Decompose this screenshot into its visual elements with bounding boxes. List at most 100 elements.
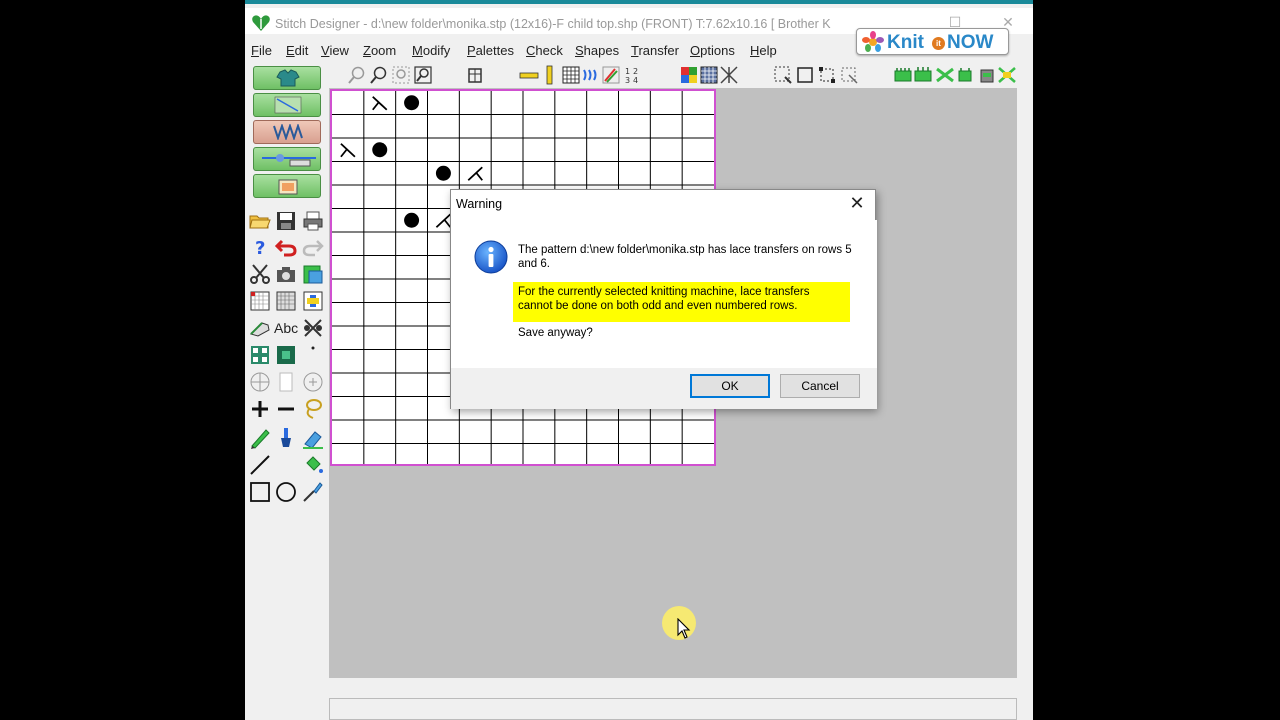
menu-zoom[interactable]: Zoom <box>363 43 396 58</box>
rectangle-tool-icon[interactable] <box>248 480 272 504</box>
menu-check[interactable]: Check <box>526 43 563 58</box>
lace-hole-stitch[interactable] <box>435 165 451 181</box>
eyedropper-icon[interactable] <box>301 480 325 504</box>
select-rect-icon[interactable] <box>795 65 815 85</box>
save-icon[interactable] <box>274 209 298 233</box>
grid-icon[interactable] <box>561 65 581 85</box>
menu-modify[interactable]: Modify <box>412 43 450 58</box>
crop-icon[interactable] <box>817 65 837 85</box>
motif-icon[interactable] <box>301 289 325 313</box>
ellipse-tool-icon[interactable] <box>274 480 298 504</box>
machine-icon-1[interactable] <box>893 65 913 85</box>
cross-pattern-icon[interactable] <box>719 65 739 85</box>
info-icon <box>474 240 508 274</box>
vertical-ruler-icon[interactable] <box>539 65 559 85</box>
grid-chart-icon[interactable] <box>248 289 272 313</box>
transfer-stitch-icon[interactable] <box>301 316 325 340</box>
color-pencil-icon[interactable] <box>601 65 621 85</box>
stitch-tool-button[interactable] <box>253 120 321 144</box>
zoom-out-icon[interactable] <box>347 65 367 85</box>
svg-text:4: 4 <box>633 76 638 85</box>
stretch-icon[interactable] <box>839 65 859 85</box>
pattern-grid-icon[interactable] <box>699 65 719 85</box>
knitting-machine-icon <box>262 154 316 167</box>
lace-hole-stitch[interactable] <box>404 212 420 228</box>
machine-icon-3[interactable] <box>935 65 955 85</box>
menu-options[interactable]: Options <box>690 43 735 58</box>
transfer-stitch-left-lean[interactable] <box>340 143 356 158</box>
warning-dialog: Warning ✕ The pattern d:\new folder\moni… <box>450 189 877 409</box>
menu-shapes[interactable]: Shapes <box>575 43 619 58</box>
undo-icon[interactable] <box>274 235 298 259</box>
toolbar: 1234 <box>329 62 1033 88</box>
menu-transfer[interactable]: Transfer <box>631 43 679 58</box>
fill-pattern-icon[interactable] <box>248 343 272 367</box>
chart-view-icon[interactable] <box>274 289 298 313</box>
chart-tool-button[interactable] <box>253 93 321 117</box>
open-folder-icon[interactable] <box>248 209 272 233</box>
ok-button[interactable]: OK <box>690 374 770 398</box>
text-tool[interactable]: Abc <box>274 320 298 336</box>
menu-bar: File Edit View Zoom Modify Palettes Chec… <box>245 42 845 62</box>
mirror-icon[interactable] <box>248 316 272 340</box>
fill-block-icon[interactable] <box>274 343 298 367</box>
transfer-stitch-right-lean[interactable] <box>435 213 452 228</box>
add-row-icon[interactable] <box>248 397 272 421</box>
redo-icon[interactable] <box>301 235 325 259</box>
move-icon[interactable] <box>248 370 272 394</box>
machine-icon-2[interactable] <box>913 65 933 85</box>
lace-hole-stitch[interactable] <box>372 142 388 158</box>
transfer-stitch-left-lean[interactable] <box>372 96 388 111</box>
line-tool-icon[interactable] <box>248 453 272 477</box>
numbering-icon[interactable]: 1 23 4 <box>623 65 643 85</box>
lace-hole-stitch[interactable] <box>404 95 420 111</box>
zoom-window-icon[interactable] <box>413 65 433 85</box>
machine-tool-button[interactable] <box>253 147 321 171</box>
eraser-icon[interactable] <box>301 426 325 450</box>
dialog-title: Warning <box>456 197 503 211</box>
horizontal-ruler-icon[interactable] <box>519 65 539 85</box>
svg-text:3: 3 <box>625 76 630 85</box>
transfer-stitch-right-lean[interactable] <box>467 166 483 181</box>
knititnow-logo: Knit it NOW <box>856 28 1009 55</box>
vertical-scrollbar[interactable] <box>1017 88 1033 698</box>
menu-edit[interactable]: Edit <box>286 43 308 58</box>
help-icon[interactable]: ? <box>248 235 272 259</box>
brush-icon[interactable] <box>274 426 298 450</box>
lasso-icon[interactable] <box>301 397 325 421</box>
menu-help[interactable]: Help <box>750 43 777 58</box>
menu-view[interactable]: View <box>321 43 349 58</box>
logo-now-text: NOW <box>947 32 994 53</box>
print-icon[interactable] <box>301 209 325 233</box>
fill-bucket-icon[interactable] <box>301 453 325 477</box>
machine-icon-4[interactable] <box>955 65 975 85</box>
dialog-close-button[interactable]: ✕ <box>847 193 867 214</box>
scissors-icon[interactable] <box>248 262 272 286</box>
shape-tool-button[interactable] <box>253 66 321 90</box>
dot-icon[interactable] <box>301 343 325 367</box>
menu-file[interactable]: File <box>251 43 272 58</box>
rotate-icon[interactable] <box>301 370 325 394</box>
garment-icon[interactable] <box>465 65 485 85</box>
stitch-view-icon[interactable] <box>581 65 601 85</box>
copy-camera-icon[interactable] <box>274 262 298 286</box>
dialog-footer: OK Cancel <box>451 368 877 409</box>
color-palette-icon[interactable] <box>679 65 699 85</box>
zoom-fit-icon[interactable] <box>391 65 411 85</box>
zoom-in-icon[interactable] <box>369 65 389 85</box>
page-icon[interactable] <box>274 370 298 394</box>
dialog-highlight-message: For the currently selected knitting mach… <box>513 282 850 322</box>
dialog-body: The pattern d:\new folder\monika.stp has… <box>451 220 877 368</box>
picture-tool-button[interactable] <box>253 174 321 198</box>
machine-icon-6[interactable] <box>997 65 1017 85</box>
paste-icon[interactable] <box>301 262 325 286</box>
machine-icon-5[interactable] <box>977 65 997 85</box>
mouse-cursor-icon <box>677 618 691 639</box>
select-region-icon[interactable] <box>773 65 793 85</box>
flower-logo-icon <box>862 31 884 52</box>
picture-icon <box>278 179 298 195</box>
pencil-icon[interactable] <box>248 426 272 450</box>
delete-row-icon[interactable] <box>274 397 298 421</box>
menu-palettes[interactable]: Palettes <box>467 43 514 58</box>
cancel-button[interactable]: Cancel <box>780 374 860 398</box>
